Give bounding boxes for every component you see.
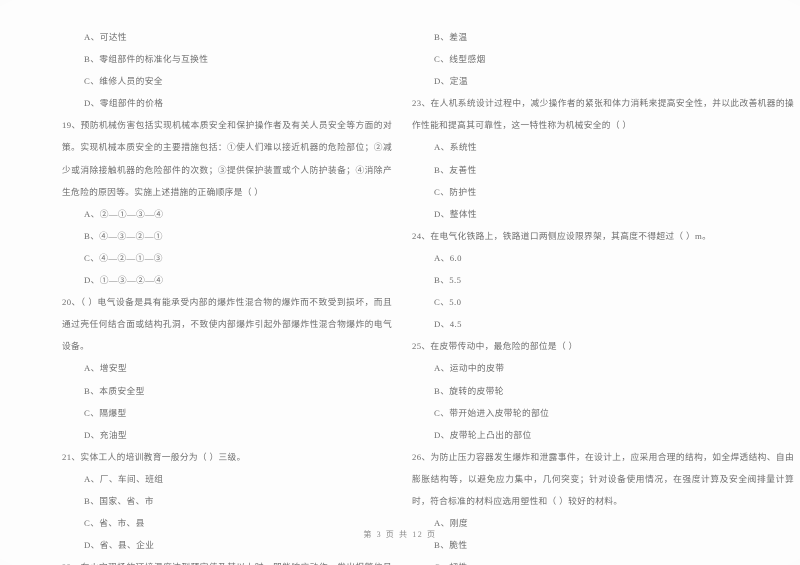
option-item: B、差温 (434, 32, 468, 42)
option-item: C、维修人员的安全 (84, 76, 163, 87)
option-item: B、友善性 (434, 164, 477, 175)
question-stem: 23、在人机系统设计过程中，减少操作者的紧张和体力消耗来提高安全性，并以此改善机… (412, 98, 794, 131)
question-20: 20、（ ）电气设备是具有能承受内部的爆炸性混合物的爆炸而不致受到损坏，而且通过… (62, 291, 392, 446)
question-23: 23、在人机系统设计过程中，减少操作者的紧张和体力消耗来提高安全性，并以此改善机… (412, 92, 794, 225)
option-item: D、定温 (434, 76, 468, 87)
option-item: D、皮带轮上凸出的部位 (434, 429, 532, 440)
option-item: A、系统性 (434, 142, 478, 153)
question-19: 19、预防机械伤害包括实现机械本质安全和保护操作者及有关人员安全等方面的对策。实… (62, 114, 392, 291)
option-item: B、零组部件的标准化与互换性 (84, 54, 209, 65)
option-item: B、旋转的皮带轮 (434, 385, 504, 396)
option-item: C、线型感烟 (434, 54, 486, 65)
option-item: D、零组部件的价格 (84, 98, 164, 109)
option-item: A、厂、车间、班组 (84, 473, 164, 484)
question-24: 24、在电气化铁路上，铁路道口两侧应设限界架，其高度不得超过（ ）m。 A、6.… (412, 225, 794, 335)
option-item: D、整体性 (434, 208, 478, 219)
option-item: A、运动中的皮带 (434, 363, 505, 374)
option-item: C、5.0 (434, 297, 462, 308)
question-stem: 20、（ ）电气设备是具有能承受内部的爆炸性混合物的爆炸而不致受到损坏，而且通过… (62, 297, 392, 352)
left-column: A、可达性 B、零组部件的标准化与互换性 C、维修人员的安全 D、零组部件的价格… (0, 26, 400, 565)
option-item: A、可达性 (84, 32, 128, 42)
question-stem: 26、为防止压力容器发生爆炸和泄露事件，在设计上，应采用合理的结构，如全焊透结构… (412, 451, 794, 506)
option-item: C、防护性 (434, 186, 477, 197)
option-item: B、5.5 (434, 275, 462, 286)
option-item: B、④—③—②—① (84, 230, 163, 241)
option-item: C、④—②—①—③ (84, 252, 163, 263)
option-item: C、韧性 (412, 556, 794, 565)
option-item: D、充油型 (84, 429, 128, 440)
page-footer: 第 3 页 共 12 页 (363, 530, 437, 539)
question-stem: 24、在电气化铁路上，铁路道口两侧应设限界架，其高度不得超过（ ）m。 (412, 230, 712, 241)
question-stem: 22、在火灾现场的环境温度达到预定值及其以上时，即能响应动作，发出报警信号的火灾… (62, 556, 392, 565)
option-item: B、国家、省、市 (84, 495, 154, 506)
page-columns: A、可达性 B、零组部件的标准化与互换性 C、维修人员的安全 D、零组部件的价格… (0, 26, 800, 565)
question-stem: 19、预防机械伤害包括实现机械本质安全和保护操作者及有关人员安全等方面的对策。实… (62, 120, 392, 197)
option-item: A、增安型 (84, 363, 128, 374)
question-25: 25、在皮带传动中，最危险的部位是（ ） A、运动中的皮带 B、旋转的皮带轮 C… (412, 335, 794, 445)
question-22: 22、在火灾现场的环境温度达到预定值及其以上时，即能响应动作，发出报警信号的火灾… (62, 556, 392, 565)
scanned-page: A、可达性 B、零组部件的标准化与互换性 C、维修人员的安全 D、零组部件的价格… (0, 0, 800, 565)
option-item: A、②—①—③—④ (84, 208, 164, 219)
option-item: D、①—③—②—④ (84, 275, 164, 286)
option-item: D、4.5 (434, 319, 462, 330)
question-stem: 21、实体工人的培训教育一般分为（ ）三级。 (62, 451, 246, 462)
question-stem: 25、在皮带传动中，最危险的部位是（ ） (412, 341, 578, 352)
right-column: B、差温 C、线型感烟 D、定温 23、在人机系统设计过程中，减少操作者的紧张和… (400, 26, 800, 565)
option-item: C、带开始进入皮带轮的部位 (434, 407, 550, 418)
option-item: C、隔爆型 (84, 407, 127, 418)
question-26: 26、为防止压力容器发生爆炸和泄露事件，在设计上，应采用合理的结构，如全焊透结构… (412, 446, 794, 565)
option-item: A、6.0 (434, 252, 462, 263)
option-item: B、本质安全型 (84, 385, 145, 396)
